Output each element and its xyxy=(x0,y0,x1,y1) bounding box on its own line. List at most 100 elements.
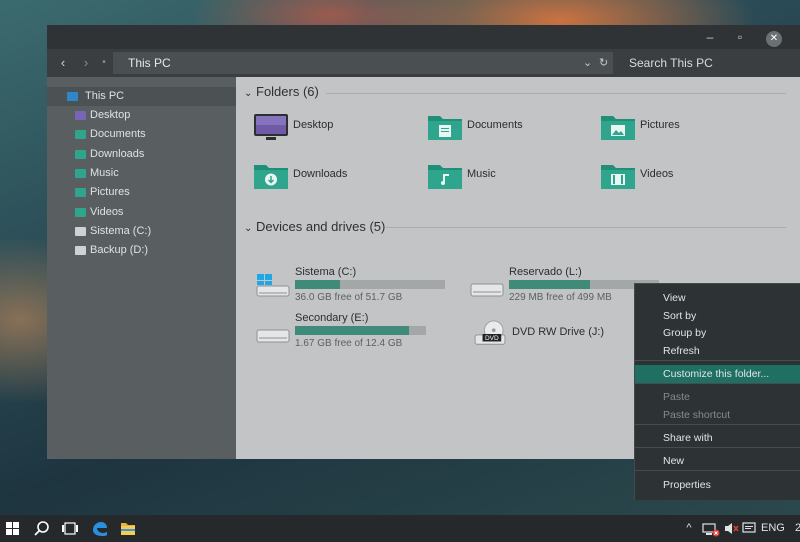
music-folder-icon xyxy=(75,169,86,178)
context-menu-item-paste-shortcut: Paste shortcut xyxy=(635,406,800,424)
show-hidden-icons-button[interactable]: ^ xyxy=(682,515,696,542)
context-menu-item-properties[interactable]: Properties xyxy=(635,476,800,494)
context-menu-item-view[interactable]: View xyxy=(635,289,800,307)
file-explorer-taskbar-button[interactable] xyxy=(114,515,142,542)
start-button[interactable] xyxy=(0,515,28,542)
taskbar: ^ ENG 2 xyxy=(0,515,800,542)
sidebar-item-label: Backup (D:) xyxy=(90,244,149,256)
drives-group-header[interactable]: ⌄ Devices and drives (5) xyxy=(244,218,385,236)
drive-c[interactable]: Sistema (C:) 36.0 GB free of 51.7 GB xyxy=(255,266,455,306)
menu-separator xyxy=(635,360,800,361)
sidebar-item-sistema-c[interactable]: Sistema (C:) xyxy=(47,222,236,241)
downloads-folder-icon xyxy=(254,165,288,189)
chevron-up-icon: ^ xyxy=(686,522,692,534)
context-menu-item-group-by[interactable]: Group by xyxy=(635,324,800,342)
volume-muted-icon[interactable] xyxy=(722,515,740,542)
menu-separator xyxy=(635,470,800,471)
sidebar-item-label: Pictures xyxy=(90,186,130,198)
usage-bar xyxy=(295,280,445,289)
network-icon[interactable] xyxy=(700,515,722,542)
context-menu-label: Group by xyxy=(663,327,707,339)
context-menu-label: Properties xyxy=(663,479,711,491)
context-menu-label: Sort by xyxy=(663,310,697,322)
documents-folder-icon xyxy=(428,116,462,140)
up-button[interactable]: • xyxy=(93,49,115,77)
usage-bar-fill xyxy=(295,326,409,335)
sidebar-item-label: Desktop xyxy=(90,109,131,121)
dvd-label: DVD xyxy=(485,335,499,342)
context-menu-label: New xyxy=(663,455,685,467)
folders-group-header[interactable]: ⌄ Folders (6) xyxy=(244,83,319,101)
usage-bar xyxy=(295,326,426,335)
videos-folder-icon xyxy=(75,208,86,217)
sidebar-item-label: Videos xyxy=(90,206,124,218)
drive-icon xyxy=(75,227,86,236)
sidebar-item-pictures[interactable]: Pictures xyxy=(47,183,236,202)
downloads-folder-icon xyxy=(75,150,86,159)
search-input[interactable]: Search This PC xyxy=(619,52,800,74)
edge-taskbar-button[interactable] xyxy=(86,515,114,542)
sidebar-item-label: Downloads xyxy=(90,148,145,160)
sidebar-item-this-pc[interactable]: This PC xyxy=(47,87,236,106)
desktop-icon xyxy=(254,114,288,140)
context-menu-item-refresh[interactable]: Refresh xyxy=(635,342,800,360)
divider xyxy=(386,227,786,228)
sidebar-item-label: Documents xyxy=(90,128,146,140)
folder-music[interactable]: Music xyxy=(427,159,577,195)
search-button[interactable] xyxy=(28,515,56,542)
address-row: ‹ › • This PC ⌄ ↻ Search This PC xyxy=(47,49,800,77)
context-menu-item-share-with[interactable]: Share with xyxy=(635,429,800,447)
navigation-pane: This PC Desktop Documents Downloads Music Pic… xyxy=(47,77,236,459)
task-view-button[interactable] xyxy=(56,515,84,542)
documents-folder-icon xyxy=(75,130,86,139)
folder-downloads[interactable]: Downloads xyxy=(253,159,403,195)
system-drive-icon xyxy=(256,274,290,297)
folder-videos[interactable]: Videos xyxy=(600,159,750,195)
sidebar-item-music[interactable]: Music xyxy=(47,164,236,183)
folder-pictures[interactable]: Pictures xyxy=(600,110,750,146)
drive-e[interactable]: Secondary (E:) 1.67 GB free of 12.4 GB xyxy=(255,312,455,352)
pictures-folder-icon xyxy=(75,188,86,197)
context-menu-label: Paste xyxy=(663,391,690,403)
windows-logo-icon xyxy=(6,522,19,535)
language-indicator[interactable]: ENG xyxy=(761,515,785,542)
context-menu-label: Paste shortcut xyxy=(663,409,731,421)
clock[interactable]: 2 xyxy=(795,515,800,542)
sidebar-item-videos[interactable]: Videos xyxy=(47,203,236,222)
title-bar: – ▫ ✕ xyxy=(47,25,800,49)
forward-arrow-icon: › xyxy=(83,55,89,70)
context-menu-item-new[interactable]: New xyxy=(635,452,800,470)
chevron-down-icon: ⌄ xyxy=(244,223,253,234)
context-menu-item-customize-this-folder[interactable]: Customize this folder... xyxy=(635,365,800,383)
computer-icon xyxy=(67,92,78,101)
folder-documents[interactable]: Documents xyxy=(427,110,577,146)
chevron-down-icon[interactable]: ⌄ xyxy=(583,52,592,74)
close-button[interactable]: ✕ xyxy=(759,25,789,49)
refresh-icon[interactable]: ↻ xyxy=(599,52,608,74)
folder-desktop[interactable]: Desktop xyxy=(253,110,403,146)
sidebar-item-backup-d[interactable]: Backup (D:) xyxy=(47,241,236,260)
maximize-button[interactable]: ▫ xyxy=(725,25,755,49)
action-center-icon[interactable] xyxy=(740,515,758,542)
minimize-button[interactable]: – xyxy=(695,25,725,49)
chevron-down-icon: ⌄ xyxy=(244,88,253,99)
context-menu-label: Customize this folder... xyxy=(663,368,770,380)
sidebar-item-label: Sistema (C:) xyxy=(90,225,152,237)
sidebar-item-documents[interactable]: Documents xyxy=(47,125,236,144)
address-bar[interactable]: This PC ⌄ ↻ xyxy=(113,52,613,74)
context-menu-item-sort-by[interactable]: Sort by xyxy=(635,307,800,325)
search-icon xyxy=(34,521,49,536)
usage-bar-fill xyxy=(509,280,590,289)
back-arrow-icon: ‹ xyxy=(60,55,66,70)
drive-icon xyxy=(256,329,290,343)
desktop-icon xyxy=(75,111,86,120)
menu-separator xyxy=(635,383,800,384)
context-menu-label: View xyxy=(663,292,686,304)
sidebar-item-downloads[interactable]: Downloads xyxy=(47,145,236,164)
address-path: This PC xyxy=(128,56,171,70)
context-menu: View Sort by Group by Refresh Customize this… xyxy=(634,283,800,500)
back-button[interactable]: ‹ xyxy=(52,49,74,77)
usage-bar-fill xyxy=(295,280,340,289)
drive-icon xyxy=(75,246,86,255)
sidebar-item-desktop[interactable]: Desktop xyxy=(47,106,236,125)
